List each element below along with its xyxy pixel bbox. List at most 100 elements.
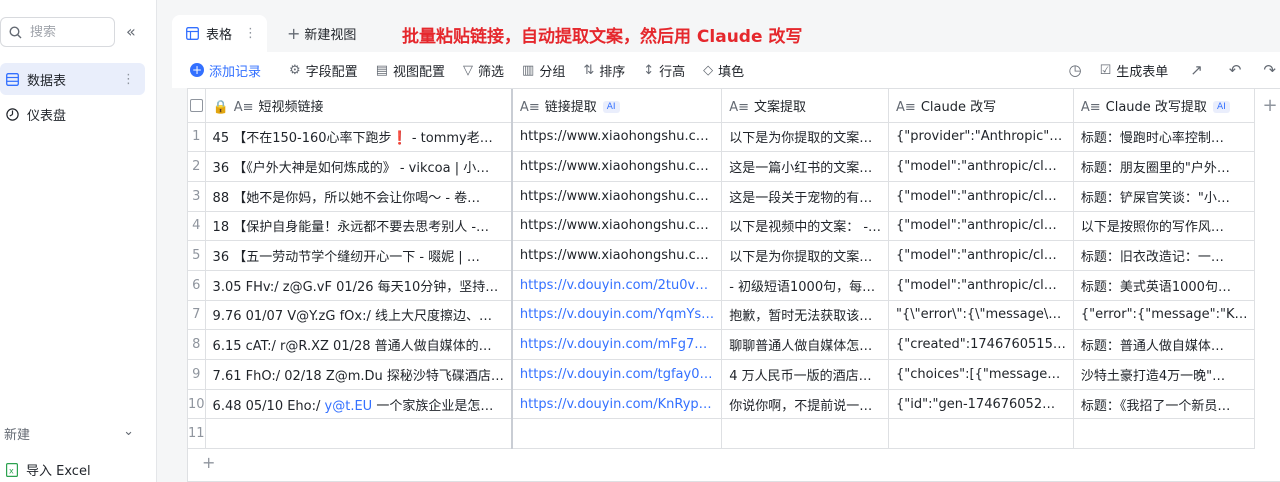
row-number[interactable]: 2	[188, 151, 206, 182]
table-cell[interactable]	[888, 418, 1074, 450]
table-cell[interactable]: 沙特土豪打造4万一晚"…	[1073, 359, 1256, 390]
table-cell[interactable]: {"model":"anthropic/cl…	[888, 211, 1074, 242]
row-number[interactable]: 8	[188, 329, 206, 360]
table-row[interactable]: 3 88 【她不是你妈，所以她不会让你喝～ - 卷… https://www.xia…	[188, 181, 1280, 212]
table-cell[interactable]	[205, 418, 513, 450]
row-number[interactable]: 9	[188, 359, 206, 390]
new-view-button[interactable]: + 新建视图	[287, 24, 356, 43]
table-cell[interactable]: https://www.xiaohongshu.c…	[511, 151, 723, 182]
fill-color-button[interactable]: ◇ 填色	[703, 61, 744, 80]
table-cell[interactable]: 这是一篇小红书的文案…	[721, 151, 890, 182]
table-cell[interactable]: 标题：朋友圈里的"户外…	[1073, 151, 1256, 182]
table-cell[interactable]: 抱歉，暂时无法获取该…	[721, 300, 890, 331]
table-row[interactable]: 6 3.05 FHv:/ z@G.vF 01/26 每天10分钟，坚持… https…	[188, 270, 1280, 301]
sidebar-item-dashboard[interactable]: 仪表盘	[0, 98, 145, 130]
table-cell[interactable]: 18 【保护自身能量！永远都不要去思考别人 -…	[205, 211, 513, 242]
undo-icon[interactable]: ↶	[1229, 61, 1242, 79]
cell-link[interactable]: y@t.EU	[325, 399, 373, 414]
sort-button[interactable]: ⇅ 排序	[583, 61, 625, 80]
search-input[interactable]	[30, 24, 110, 40]
share-icon[interactable]: ↗	[1190, 61, 1203, 79]
sidebar-item-datatable[interactable]: 数据表 ⋮	[0, 63, 145, 95]
table-cell[interactable]: https://www.xiaohongshu.c…	[511, 122, 723, 153]
row-number[interactable]: 1	[188, 122, 206, 153]
table-cell[interactable]: {"model":"anthropic/cl…	[888, 270, 1074, 301]
table-row[interactable]: 9 7.61 FhO:/ 02/18 Z@m.Du 探秘沙特飞碟酒店… https:…	[188, 359, 1280, 390]
table-cell[interactable]: 36 【《户外大神是如何炼成的》 - vikcoa | 小…	[205, 151, 513, 182]
table-cell[interactable]: 聊聊普通人做自媒体怎…	[721, 329, 890, 360]
column-header[interactable]: A≡ 文案提取	[721, 89, 890, 123]
table-cell[interactable]: 36 【五一劳动节学个缝纫开心一下 - 啜妮 | …	[205, 240, 513, 271]
row-number[interactable]: 3	[188, 181, 206, 212]
table-cell[interactable]: https://v.douyin.com/mFg7…	[511, 329, 723, 360]
tab-table[interactable]: 表格 ⋮	[172, 15, 267, 52]
table-cell[interactable]: 标题：《我招了一个新员…	[1073, 389, 1256, 420]
table-row[interactable]: 1 45 【不在150-160心率下跑步❗️ - tommy老… https://w…	[188, 122, 1280, 153]
import-excel-button[interactable]: x 导入 Excel	[6, 460, 91, 479]
table-cell[interactable]: 标题：旧衣改造记：一…	[1073, 240, 1256, 271]
table-cell[interactable]	[1073, 418, 1256, 450]
history-icon[interactable]: ◷	[1069, 61, 1082, 79]
table-cell[interactable]: 6.48 05/10 Eho:/ y@t.EU 一个家族企业是怎…	[205, 389, 513, 420]
table-row[interactable]: 10 6.48 05/10 Eho:/ y@t.EU 一个家族企业是怎… https…	[188, 389, 1280, 420]
table-cell[interactable]: {"error":{"message":"K…	[1073, 300, 1256, 331]
column-header[interactable]: A≡ Claude 改写	[888, 89, 1074, 123]
table-cell[interactable]: 7.61 FhO:/ 02/18 Z@m.Du 探秘沙特飞碟酒店…	[205, 359, 513, 390]
row-number[interactable]: 10	[188, 389, 206, 420]
row-number[interactable]: 11	[188, 418, 206, 450]
table-cell[interactable]: 6.15 cAT:/ r@R.XZ 01/28 普通人做自媒体的…	[205, 329, 513, 360]
table-cell[interactable]	[721, 418, 890, 450]
table-cell[interactable]: 以下是视频中的文案： -…	[721, 211, 890, 242]
table-cell[interactable]: - 初级短语1000句，每…	[721, 270, 890, 301]
table-cell[interactable]: 以下是按照你的写作风…	[1073, 211, 1256, 242]
table-cell[interactable]: {"model":"anthropic/cl…	[888, 181, 1074, 212]
table-row[interactable]: 5 36 【五一劳动节学个缝纫开心一下 - 啜妮 | … https://www.x…	[188, 240, 1280, 271]
table-cell[interactable]: {"model":"anthropic/cl…	[888, 240, 1074, 271]
table-cell[interactable]: {"model":"anthropic/cl…	[888, 151, 1074, 182]
table-cell[interactable]: 标题：美式英语1000句…	[1073, 270, 1256, 301]
table-cell[interactable]: https://www.xiaohongshu.c…	[511, 211, 723, 242]
column-header[interactable]: A≡ Claude 改写提取 AI	[1073, 89, 1256, 123]
row-height-button[interactable]: ↕ 行高	[643, 61, 685, 80]
add-row-button[interactable]: +	[202, 453, 215, 472]
table-cell[interactable]: https://www.xiaohongshu.c…	[511, 240, 723, 271]
select-all-cell[interactable]	[188, 89, 206, 123]
generate-form-button[interactable]: ☑ 生成表单	[1100, 61, 1169, 80]
more-icon[interactable]: ⋮	[244, 26, 257, 41]
table-cell[interactable]: 9.76 01/07 V@Y.zG fOx:/ 线上大尺度擦边、…	[205, 300, 513, 331]
table-cell[interactable]: 标题：慢跑时心率控制…	[1073, 122, 1256, 153]
table-cell[interactable]: 标题：铲屎官笑谈："小…	[1073, 181, 1256, 212]
row-number[interactable]: 4	[188, 211, 206, 242]
sidebar-new[interactable]: 新建 ⌄	[4, 424, 134, 443]
table-cell[interactable]: 88 【她不是你妈，所以她不会让你喝～ - 卷…	[205, 181, 513, 212]
redo-icon[interactable]: ↷	[1263, 61, 1276, 79]
table-cell[interactable]: 4 万人民币一版的酒店…	[721, 359, 890, 390]
table-row[interactable]: 4 18 【保护自身能量！永远都不要去思考别人 -… https://www.xia…	[188, 211, 1280, 242]
group-button[interactable]: ▥ 分组	[522, 61, 565, 80]
table-cell[interactable]: 这是一段关于宠物的有…	[721, 181, 890, 212]
table-cell[interactable]: 标题：普通人做自媒体…	[1073, 329, 1256, 360]
table-row[interactable]: 2 36 【《户外大神是如何炼成的》 - vikcoa | 小… https://w…	[188, 151, 1280, 182]
table-cell[interactable]: {"created":1746760515…	[888, 329, 1074, 360]
table-cell[interactable]: 45 【不在150-160心率下跑步❗️ - tommy老…	[205, 122, 513, 153]
table-cell[interactable]: 以下是为你提取的文案…	[721, 240, 890, 271]
row-number[interactable]: 6	[188, 270, 206, 301]
field-config-button[interactable]: ⚙ 字段配置	[289, 61, 358, 80]
collapse-icon[interactable]: «	[126, 22, 136, 41]
more-icon[interactable]: ⋮	[122, 72, 135, 87]
table-cell[interactable]: https://v.douyin.com/KnRyp…	[511, 389, 723, 420]
table-cell[interactable]: "{\"error\":{\"message\…	[888, 300, 1074, 331]
select-all-checkbox[interactable]	[189, 98, 203, 112]
table-cell[interactable]: https://www.xiaohongshu.c…	[511, 181, 723, 212]
table-cell[interactable]	[511, 418, 723, 450]
filter-button[interactable]: ▽ 筛选	[463, 61, 504, 80]
view-config-button[interactable]: ▤ 视图配置	[376, 61, 445, 80]
table-cell[interactable]: https://v.douyin.com/tgfay0…	[511, 359, 723, 390]
table-cell[interactable]: {"provider":"Anthropic"…	[888, 122, 1074, 153]
table-row[interactable]: 7 9.76 01/07 V@Y.zG fOx:/ 线上大尺度擦边、… https:…	[188, 300, 1280, 331]
table-cell[interactable]: 以下是为你提取的文案…	[721, 122, 890, 153]
table-cell[interactable]: https://v.douyin.com/2tu0v…	[511, 270, 723, 301]
add-column-button[interactable]: +	[1254, 89, 1280, 122]
table-cell[interactable]: {"id":"gen-174676052…	[888, 389, 1074, 420]
column-header[interactable]: A≡ 链接提取 AI	[511, 89, 723, 123]
